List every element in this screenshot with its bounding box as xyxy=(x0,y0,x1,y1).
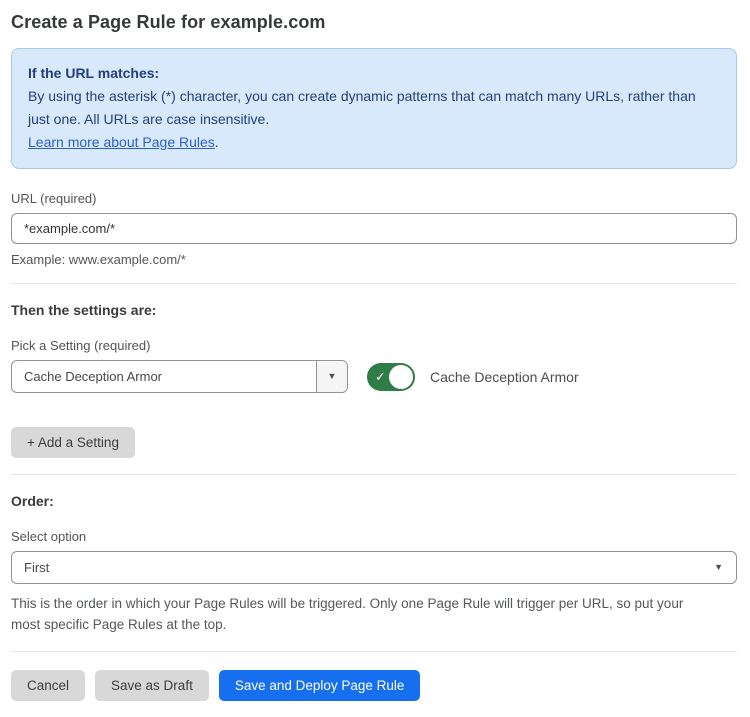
setting-select[interactable]: Cache Deception Armor ▼ xyxy=(11,360,348,393)
url-input[interactable] xyxy=(11,213,737,244)
info-box-heading: If the URL matches: xyxy=(28,62,720,85)
order-select-label: Select option xyxy=(11,529,737,544)
save-as-draft-button[interactable]: Save as Draft xyxy=(95,670,209,701)
order-section-heading: Order: xyxy=(11,493,737,509)
footer-divider xyxy=(11,651,737,652)
setting-select-value: Cache Deception Armor xyxy=(12,361,316,392)
setting-row: Cache Deception Armor ▼ ✓ Cache Deceptio… xyxy=(11,360,737,393)
chevron-down-icon: ▼ xyxy=(328,372,337,381)
page-title: Create a Page Rule for example.com xyxy=(11,12,737,33)
order-select-arrow: ▼ xyxy=(714,552,736,583)
toggle-knob xyxy=(389,365,413,389)
check-icon: ✓ xyxy=(375,370,386,383)
create-page-rule-form: Create a Page Rule for example.com If th… xyxy=(0,0,750,717)
url-field-label: URL (required) xyxy=(11,191,737,206)
section-divider xyxy=(11,283,737,284)
chevron-down-icon: ▼ xyxy=(714,563,723,572)
settings-section-heading: Then the settings are: xyxy=(11,302,737,318)
setting-select-arrow-button[interactable]: ▼ xyxy=(316,361,347,392)
order-helper-text: This is the order in which your Page Rul… xyxy=(11,593,711,635)
footer-actions: Cancel Save as Draft Save and Deploy Pag… xyxy=(11,670,737,701)
pick-setting-label: Pick a Setting (required) xyxy=(11,338,737,353)
section-divider xyxy=(11,474,737,475)
order-select-value: First xyxy=(12,552,714,583)
info-box-body: By using the asterisk (*) character, you… xyxy=(28,85,720,131)
setting-toggle[interactable]: ✓ xyxy=(367,363,415,391)
setting-toggle-label: Cache Deception Armor xyxy=(430,369,579,385)
url-example-helper: Example: www.example.com/* xyxy=(11,252,737,267)
url-match-info-box: If the URL matches: By using the asteris… xyxy=(11,48,737,169)
link-suffix: . xyxy=(215,134,219,150)
learn-more-link[interactable]: Learn more about Page Rules xyxy=(28,134,215,150)
info-box-link-line: Learn more about Page Rules. xyxy=(28,131,720,154)
save-and-deploy-button[interactable]: Save and Deploy Page Rule xyxy=(219,670,421,701)
order-select[interactable]: First ▼ xyxy=(11,551,737,584)
cancel-button[interactable]: Cancel xyxy=(11,670,85,701)
add-setting-button[interactable]: + Add a Setting xyxy=(11,427,135,458)
